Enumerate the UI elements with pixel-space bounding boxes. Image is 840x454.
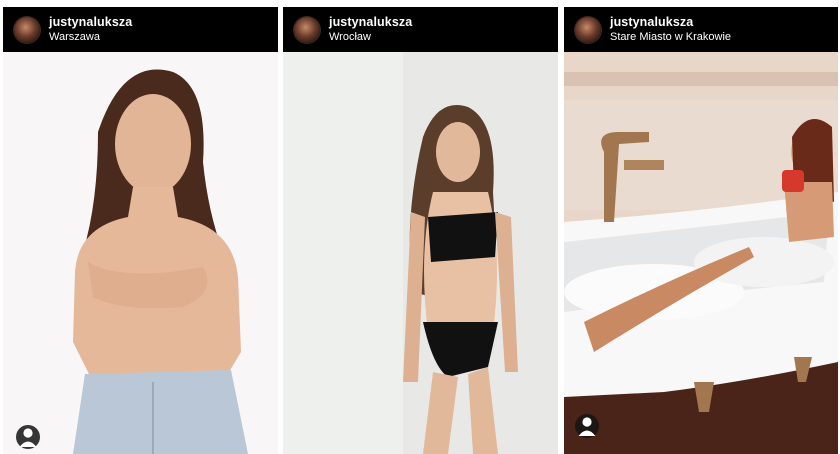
- avatar[interactable]: [14, 16, 40, 43]
- post-photo[interactable]: [3, 52, 278, 454]
- avatar[interactable]: [294, 16, 320, 43]
- username-link[interactable]: justynaluksza: [610, 15, 731, 29]
- username-link[interactable]: justynalukszа: [329, 15, 412, 29]
- post-header: justynalukszа Warszawa: [3, 7, 278, 52]
- user-tag-icon[interactable]: [16, 425, 40, 449]
- post-photo[interactable]: [564, 52, 838, 454]
- post-header: justynalukszа Wrocław: [283, 7, 558, 52]
- post-card[interactable]: justynaluksza Stare Miasto w Krakowie: [564, 7, 838, 454]
- location-link[interactable]: Wrocław: [329, 31, 412, 44]
- post-photo[interactable]: [283, 52, 558, 454]
- user-tag-icon[interactable]: [575, 414, 599, 438]
- post-card[interactable]: justynalukszа Wrocław: [283, 7, 558, 454]
- location-link[interactable]: Warszawa: [49, 31, 132, 44]
- location-link[interactable]: Stare Miasto w Krakowie: [610, 31, 731, 44]
- post-grid: justynalukszа Warszawa justynalukszа Wro…: [0, 0, 840, 454]
- username-link[interactable]: justynalukszа: [49, 15, 132, 29]
- post-card[interactable]: justynalukszа Warszawa: [3, 7, 278, 454]
- post-header: justynaluksza Stare Miasto w Krakowie: [564, 7, 838, 52]
- avatar[interactable]: [575, 16, 601, 43]
